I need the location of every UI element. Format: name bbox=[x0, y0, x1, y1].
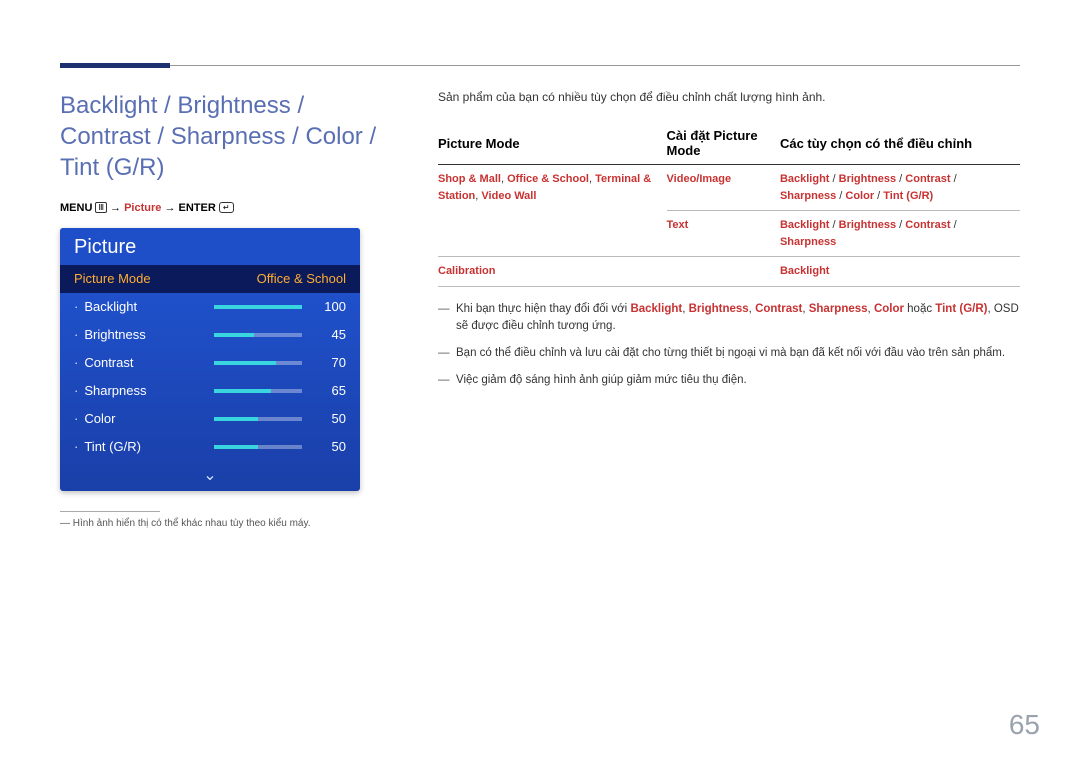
osd-slider-row[interactable]: Color 50 bbox=[60, 405, 360, 433]
page-number: 65 bbox=[1009, 709, 1040, 741]
menu-path: MENU Ⅲ → Picture → ENTER ↵ bbox=[60, 202, 390, 214]
osd-slider-fill bbox=[214, 417, 258, 421]
osd-item-label: Brightness bbox=[74, 327, 214, 342]
osd-item-label: Backlight bbox=[74, 299, 214, 314]
page-content: Backlight / Brightness / Contrast / Shar… bbox=[60, 90, 1020, 529]
osd-item-value: 65 bbox=[312, 383, 346, 398]
osd-item-value: 100 bbox=[312, 299, 346, 314]
osd-slider-row[interactable]: Brightness 45 bbox=[60, 321, 360, 349]
th-setting: Cài đặt Picture Mode bbox=[667, 122, 780, 165]
note-3: Việc giảm độ sáng hình ảnh giúp giảm mức… bbox=[438, 372, 1020, 389]
osd-more-icon[interactable]: ⌄ bbox=[60, 461, 360, 491]
enter-icon: ↵ bbox=[219, 202, 234, 213]
osd-slider-track[interactable] bbox=[214, 389, 302, 393]
osd-slider-row[interactable]: Backlight 100 bbox=[60, 293, 360, 321]
note-2: Bạn có thể điều chỉnh và lưu cài đặt cho… bbox=[438, 345, 1020, 362]
options-table: Picture Mode Cài đặt Picture Mode Các tù… bbox=[438, 122, 1020, 287]
th-adjustable: Các tùy chọn có thể điều chỉnh bbox=[780, 122, 1020, 165]
footnote: Hình ảnh hiển thị có thể khác nhau tùy t… bbox=[60, 518, 390, 529]
osd-slider-fill bbox=[214, 333, 254, 337]
menu-icon: Ⅲ bbox=[95, 202, 107, 213]
top-rule bbox=[60, 65, 1020, 66]
table-row: Shop & Mall, Office & School, Terminal &… bbox=[438, 165, 1020, 211]
section-title: Backlight / Brightness / Contrast / Shar… bbox=[60, 90, 390, 184]
osd-item-label: Sharpness bbox=[74, 383, 214, 398]
osd-item-value: 45 bbox=[312, 327, 346, 342]
left-column: Backlight / Brightness / Contrast / Shar… bbox=[60, 90, 390, 529]
osd-panel: Picture Picture Mode Office & School Bac… bbox=[60, 228, 360, 491]
right-column: Sản phẩm của bạn có nhiều tùy chọn để đi… bbox=[438, 90, 1020, 529]
osd-mode-label: Picture Mode bbox=[74, 271, 214, 286]
osd-slider-fill bbox=[214, 361, 276, 365]
osd-slider-track[interactable] bbox=[214, 361, 302, 365]
osd-item-label: Contrast bbox=[74, 355, 214, 370]
osd-slider-row[interactable]: Sharpness 65 bbox=[60, 377, 360, 405]
osd-slider-row[interactable]: Contrast 70 bbox=[60, 349, 360, 377]
osd-item-label: Tint (G/R) bbox=[74, 439, 214, 454]
cell-setting bbox=[667, 257, 780, 287]
osd-title: Picture bbox=[60, 228, 360, 265]
arrow2: → bbox=[164, 202, 175, 214]
cell-setting: Text bbox=[667, 211, 780, 257]
accent-bar bbox=[60, 63, 170, 68]
osd-slider-track[interactable] bbox=[214, 333, 302, 337]
note-1: Khi bạn thực hiện thay đổi đối với Backl… bbox=[438, 301, 1020, 336]
osd-slider-fill bbox=[214, 305, 302, 309]
cell-options: Backlight / Brightness / Contrast / Shar… bbox=[780, 211, 1020, 257]
notes-list: Khi bạn thực hiện thay đổi đối với Backl… bbox=[438, 301, 1020, 390]
cell-mode-group: Shop & Mall, Office & School, Terminal &… bbox=[438, 165, 667, 257]
osd-item-value: 50 bbox=[312, 411, 346, 426]
osd-slider-track[interactable] bbox=[214, 417, 302, 421]
menu-label: MENU bbox=[60, 202, 92, 214]
osd-mode-value: Office & School bbox=[214, 271, 346, 286]
osd-mode-row[interactable]: Picture Mode Office & School bbox=[60, 265, 360, 293]
osd-slider-row[interactable]: Tint (G/R) 50 bbox=[60, 433, 360, 461]
table-row: Calibration Backlight bbox=[438, 257, 1020, 287]
th-picture-mode: Picture Mode bbox=[438, 122, 667, 165]
intro-text: Sản phẩm của bạn có nhiều tùy chọn để đi… bbox=[438, 90, 1020, 104]
osd-slider-track[interactable] bbox=[214, 445, 302, 449]
cell-mode-group: Calibration bbox=[438, 257, 667, 287]
enter-label: ENTER bbox=[179, 202, 216, 214]
osd-slider-fill bbox=[214, 389, 271, 393]
osd-item-value: 50 bbox=[312, 439, 346, 454]
osd-slider-fill bbox=[214, 445, 258, 449]
cell-options: Backlight bbox=[780, 257, 1020, 287]
footnote-rule bbox=[60, 511, 160, 512]
picture-step: Picture bbox=[124, 202, 161, 214]
arrow1: → bbox=[110, 202, 121, 214]
osd-item-label: Color bbox=[74, 411, 214, 426]
cell-setting: Video/Image bbox=[667, 165, 780, 211]
osd-item-value: 70 bbox=[312, 355, 346, 370]
cell-options: Backlight / Brightness / Contrast / Shar… bbox=[780, 165, 1020, 211]
osd-slider-track[interactable] bbox=[214, 305, 302, 309]
